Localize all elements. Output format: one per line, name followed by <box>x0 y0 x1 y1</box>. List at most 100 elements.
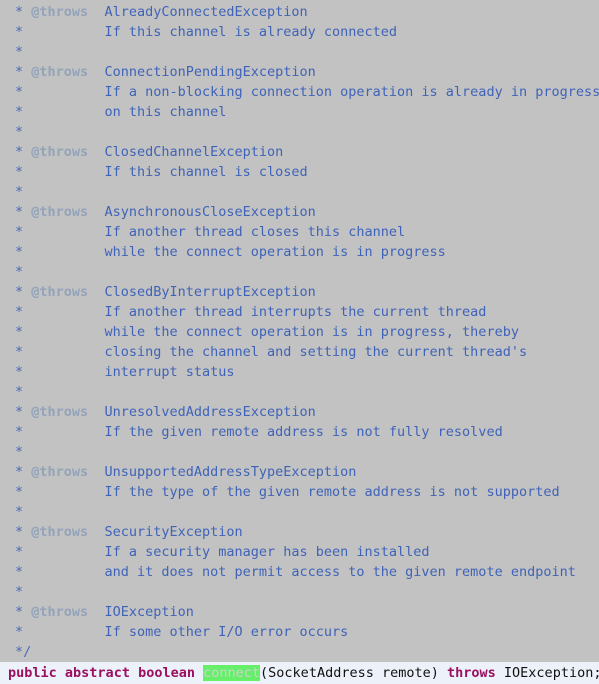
keyword-boolean: boolean <box>138 665 195 681</box>
comment-asterisk: * <box>15 204 24 220</box>
javadoc-line[interactable]: * and it does not permit access to the g… <box>0 562 599 582</box>
method-signature-line[interactable]: public abstract boolean connect(SocketAd… <box>0 662 599 684</box>
javadoc-line[interactable]: * <box>0 262 599 282</box>
javadoc-line[interactable]: */ <box>0 642 599 662</box>
javadoc-line[interactable]: * <box>0 382 599 402</box>
javadoc-throws-tag: @throws <box>31 144 89 160</box>
comment-asterisk: * <box>15 464 24 480</box>
tag-column-pad <box>31 324 104 340</box>
javadoc-line[interactable]: * @throws ClosedChannelException <box>0 142 599 162</box>
javadoc-line[interactable]: * @throws AlreadyConnectedException <box>0 2 599 22</box>
indent-gap <box>23 584 31 600</box>
javadoc-description-text: If the type of the given remote address … <box>104 484 560 500</box>
javadoc-line[interactable]: * while the connect operation is in prog… <box>0 242 599 262</box>
comment-asterisk: * <box>15 324 24 340</box>
javadoc-description-text: AsynchronousCloseException <box>104 204 316 220</box>
javadoc-line[interactable]: * If the given remote address is not ful… <box>0 422 599 442</box>
tag-column-pad <box>31 384 104 400</box>
javadoc-line[interactable]: * If another thread closes this channel <box>0 222 599 242</box>
javadoc-line[interactable]: * <box>0 582 599 602</box>
javadoc-throws-tag: @throws <box>31 464 89 480</box>
javadoc-line[interactable]: * @throws UnsupportedAddressTypeExceptio… <box>0 462 599 482</box>
javadoc-description-text: If a security manager has been installed <box>104 544 430 560</box>
tag-column-pad <box>31 624 104 640</box>
comment-asterisk: * <box>15 344 24 360</box>
comment-asterisk: * <box>15 264 24 280</box>
code-editor[interactable]: * @throws AlreadyConnectedException * If … <box>0 0 599 684</box>
tag-column-pad <box>31 424 104 440</box>
javadoc-description-text: closing the channel and setting the curr… <box>104 344 528 360</box>
javadoc-description-text: UnresolvedAddressException <box>104 404 316 420</box>
comment-asterisk: */ <box>15 644 32 660</box>
javadoc-line[interactable]: * <box>0 442 599 462</box>
comment-asterisk: * <box>15 4 24 20</box>
comment-asterisk: * <box>15 224 24 240</box>
tag-column-pad <box>31 364 104 380</box>
space-4 <box>439 665 447 681</box>
javadoc-line[interactable]: * @throws IOException <box>0 602 599 622</box>
javadoc-description-text: while the connect operation is in progre… <box>104 244 446 260</box>
indent-gap <box>23 604 31 620</box>
javadoc-line[interactable]: * closing the channel and setting the cu… <box>0 342 599 362</box>
javadoc-line[interactable]: * @throws ClosedByInterruptException <box>0 282 599 302</box>
comment-asterisk: * <box>15 424 24 440</box>
comment-asterisk: * <box>15 444 24 460</box>
javadoc-line[interactable]: * @throws ConnectionPendingException <box>0 62 599 82</box>
tag-column-pad <box>31 224 104 240</box>
javadoc-line[interactable]: * @throws SecurityException <box>0 522 599 542</box>
tag-column-pad <box>31 344 104 360</box>
javadoc-line[interactable]: * If another thread interrupts the curre… <box>0 302 599 322</box>
javadoc-description-text: AlreadyConnectedException <box>104 4 308 20</box>
javadoc-throws-tag: @throws <box>31 4 89 20</box>
javadoc-line[interactable]: * If this channel is already connected <box>0 22 599 42</box>
javadoc-line[interactable]: * If the type of the given remote addres… <box>0 482 599 502</box>
comment-asterisk: * <box>15 364 24 380</box>
comment-asterisk: * <box>15 584 24 600</box>
javadoc-line[interactable]: * If this channel is closed <box>0 162 599 182</box>
tag-column-pad <box>31 544 104 560</box>
tag-column-pad <box>31 124 104 140</box>
javadoc-line[interactable]: * interrupt status <box>0 362 599 382</box>
comment-asterisk: * <box>15 384 24 400</box>
javadoc-comment-block: * @throws AlreadyConnectedException * If … <box>0 0 599 662</box>
tag-column-pad <box>31 444 104 460</box>
javadoc-line[interactable]: * If some other I/O error occurs <box>0 622 599 642</box>
javadoc-line[interactable]: * If a security manager has been install… <box>0 542 599 562</box>
method-parameters: (SocketAddress remote) <box>260 665 439 681</box>
javadoc-description-text: If the given remote address is not fully… <box>104 424 503 440</box>
comment-asterisk: * <box>15 144 24 160</box>
javadoc-line[interactable]: * <box>0 182 599 202</box>
tag-column-pad <box>88 64 104 80</box>
javadoc-throws-tag: @throws <box>31 284 89 300</box>
tag-column-pad <box>31 164 104 180</box>
comment-asterisk: * <box>15 64 24 80</box>
space-1 <box>57 665 65 681</box>
javadoc-line[interactable]: * <box>0 122 599 142</box>
tag-column-pad <box>88 604 104 620</box>
javadoc-line[interactable]: * @throws AsynchronousCloseException <box>0 202 599 222</box>
tag-column-pad <box>88 144 104 160</box>
comment-asterisk: * <box>15 624 24 640</box>
tag-column-pad <box>31 244 104 260</box>
javadoc-line[interactable]: * while the connect operation is in prog… <box>0 322 599 342</box>
javadoc-line[interactable]: * on this channel <box>0 102 599 122</box>
comment-asterisk: * <box>15 284 24 300</box>
javadoc-description-text: If another thread interrupts the current… <box>104 304 487 320</box>
javadoc-line[interactable]: * <box>0 502 599 522</box>
javadoc-line[interactable]: * <box>0 42 599 62</box>
javadoc-line[interactable]: * @throws UnresolvedAddressException <box>0 402 599 422</box>
comment-asterisk: * <box>15 524 24 540</box>
space-5 <box>496 665 504 681</box>
javadoc-description-text: while the connect operation is in progre… <box>104 324 519 340</box>
method-name-selected[interactable]: connect <box>203 665 261 681</box>
comment-asterisk: * <box>15 164 24 180</box>
keyword-throws: throws <box>447 665 496 681</box>
tag-column-pad <box>31 584 104 600</box>
javadoc-description-text: If some other I/O error occurs <box>104 624 349 640</box>
javadoc-line[interactable]: * If a non-blocking connection operation… <box>0 82 599 102</box>
javadoc-description-text: and it does not permit access to the giv… <box>104 564 576 580</box>
comment-asterisk: * <box>15 44 24 60</box>
tag-column-pad <box>31 564 104 580</box>
javadoc-throws-tag: @throws <box>31 404 89 420</box>
comment-asterisk: * <box>15 544 24 560</box>
